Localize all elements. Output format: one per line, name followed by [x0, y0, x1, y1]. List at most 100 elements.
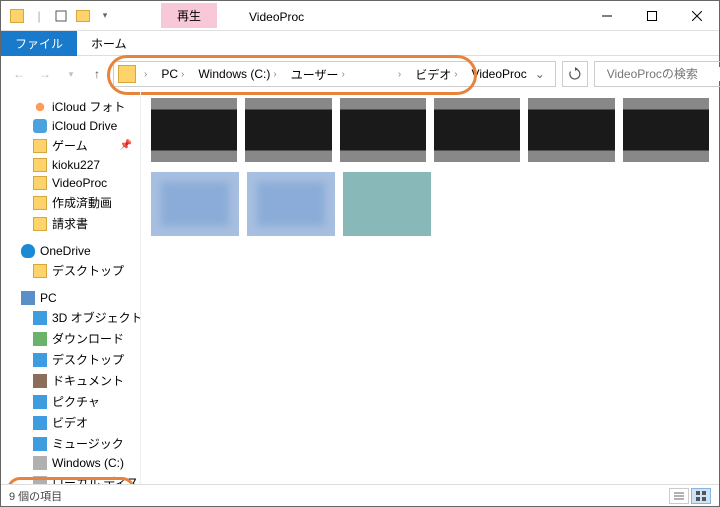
sidebar-item-label: ダウンロード: [52, 330, 124, 347]
close-button[interactable]: [674, 1, 719, 31]
back-button[interactable]: ←: [7, 62, 31, 86]
forward-button[interactable]: →: [33, 62, 57, 86]
up-button[interactable]: ↑: [85, 62, 109, 86]
pc-icon: [21, 291, 35, 305]
properties-icon[interactable]: [53, 8, 69, 24]
search-box[interactable]: [594, 61, 720, 87]
sidebar-item-downloads[interactable]: ダウンロード: [1, 328, 140, 349]
file-thumbnail[interactable]: [623, 98, 709, 162]
file-thumbnail[interactable]: [151, 98, 237, 162]
icloud-photos-icon: [33, 100, 47, 114]
window-title: VideoProc: [237, 6, 316, 28]
sidebar-item-pc[interactable]: PC: [1, 289, 140, 307]
sidebar-item-label: PC: [40, 291, 57, 305]
sidebar-item-windows-c[interactable]: Windows (C:): [1, 454, 140, 472]
sidebar-item-label: デスクトップ: [52, 262, 124, 279]
sidebar-item-kioku227[interactable]: kioku227: [1, 156, 140, 174]
title-tab-area: 再生 VideoProc: [161, 3, 316, 28]
file-thumbnail[interactable]: [340, 98, 426, 162]
file-thumbnail[interactable]: [343, 172, 431, 236]
breadcrumb-sep[interactable]: ›: [138, 67, 153, 82]
sidebar-item-created-videos[interactable]: 作成済動画: [1, 192, 140, 213]
breadcrumb-item[interactable]: PC›: [155, 65, 190, 83]
file-thumbnail[interactable]: [247, 172, 335, 236]
quick-access-toolbar: | ▾: [1, 8, 121, 24]
sidebar-item-videos[interactable]: ビデオ: [1, 412, 140, 433]
sidebar-item-videoproc[interactable]: VideoProc: [1, 174, 140, 192]
status-bar: 9 個の項目: [1, 484, 719, 506]
breadcrumb-item[interactable]: Windows (C:)›: [192, 65, 282, 83]
folder-icon: [9, 8, 25, 24]
navigation-row: ← → ▾ ↑ › PC› Windows (C:)› ユーザー› › ビデオ›…: [1, 56, 719, 92]
context-tab-play[interactable]: 再生: [161, 3, 217, 28]
thumbnail-view-button[interactable]: [691, 488, 711, 504]
item-count: 9 個の項目: [9, 488, 62, 504]
search-input[interactable]: [607, 67, 720, 81]
folder-icon: [33, 264, 47, 278]
sidebar-item-label: ゲーム: [52, 137, 88, 154]
music-icon: [33, 437, 47, 451]
maximize-button[interactable]: [629, 1, 674, 31]
sidebar-item-icloud-drive[interactable]: iCloud Drive: [1, 117, 140, 135]
refresh-button[interactable]: [562, 61, 588, 87]
sidebar-item-label: iCloud フォト: [52, 98, 125, 115]
thumbnail-row: [151, 172, 709, 236]
breadcrumb-item[interactable]: ビデオ›: [409, 64, 463, 85]
sidebar-item-music[interactable]: ミュージック: [1, 433, 140, 454]
sidebar-item-label: VideoProc: [52, 176, 107, 190]
picture-icon: [33, 395, 47, 409]
thumbnail-row: [151, 98, 709, 162]
qat-dropdown-icon[interactable]: ▾: [97, 8, 113, 24]
refresh-icon: [568, 67, 582, 81]
sidebar-item-label: デスクトップ: [52, 351, 124, 368]
download-icon: [33, 332, 47, 346]
sidebar-item-icloud-photos[interactable]: iCloud フォト: [1, 96, 140, 117]
drive-icon: [33, 476, 47, 485]
folder-icon: [33, 158, 47, 172]
sidebar-item-3dobjects[interactable]: 3D オブジェクト: [1, 307, 140, 328]
sidebar-item-invoice[interactable]: 請求書: [1, 213, 140, 234]
sidebar-item-label: ローカル ディスク (E:): [52, 474, 141, 484]
nav-arrows: ← → ▾ ↑: [7, 62, 109, 86]
breadcrumb-item[interactable]: VideoProc: [466, 65, 533, 83]
recent-dropdown[interactable]: ▾: [59, 62, 83, 86]
main-area: iCloud フォト iCloud Drive ゲーム 📌 kioku227 Vi…: [1, 92, 719, 484]
navigation-pane[interactable]: iCloud フォト iCloud Drive ゲーム 📌 kioku227 Vi…: [1, 92, 141, 484]
sidebar-item-onedrive[interactable]: OneDrive: [1, 242, 140, 260]
sidebar-item-label: Windows (C:): [52, 456, 124, 470]
file-thumbnail[interactable]: [434, 98, 520, 162]
content-pane[interactable]: [141, 92, 719, 484]
icloud-drive-icon: [33, 119, 47, 133]
sidebar-item-documents[interactable]: ドキュメント: [1, 370, 140, 391]
folder-icon: [33, 196, 47, 210]
sidebar-item-local-e[interactable]: ローカル ディスク (E:): [1, 472, 140, 484]
sidebar-item-label: 作成済動画: [52, 194, 112, 211]
tab-file[interactable]: ファイル: [1, 31, 77, 56]
file-thumbnail[interactable]: [151, 172, 239, 236]
sidebar-item-games[interactable]: ゲーム 📌: [1, 135, 140, 156]
sidebar-item-label: kioku227: [52, 158, 100, 172]
sidebar-item-label: iCloud Drive: [52, 119, 117, 133]
breadcrumb-item[interactable]: ユーザー›: [285, 64, 351, 85]
address-dropdown[interactable]: ⌄: [535, 67, 551, 81]
tab-home[interactable]: ホーム: [77, 31, 141, 56]
qat-separator: |: [31, 8, 47, 24]
window-controls: [584, 1, 719, 31]
sidebar-item-label: ドキュメント: [52, 372, 124, 389]
address-bar[interactable]: › PC› Windows (C:)› ユーザー› › ビデオ› VideoPr…: [113, 61, 556, 87]
sidebar-item-pictures[interactable]: ピクチャ: [1, 391, 140, 412]
file-thumbnail[interactable]: [528, 98, 614, 162]
details-view-button[interactable]: [669, 488, 689, 504]
sidebar-item-label: 請求書: [52, 215, 88, 232]
file-thumbnail[interactable]: [245, 98, 331, 162]
sidebar-item-label: OneDrive: [40, 244, 91, 258]
sidebar-item-desktop[interactable]: デスクトップ: [1, 349, 140, 370]
folder-open-icon[interactable]: [75, 8, 91, 24]
document-icon: [33, 374, 47, 388]
pin-icon: 📌: [120, 140, 132, 151]
folder-icon: [33, 176, 47, 190]
sidebar-item-od-desktop[interactable]: デスクトップ: [1, 260, 140, 281]
minimize-button[interactable]: [584, 1, 629, 31]
breadcrumb-item[interactable]: ›: [353, 64, 407, 85]
folder-icon: [33, 217, 47, 231]
